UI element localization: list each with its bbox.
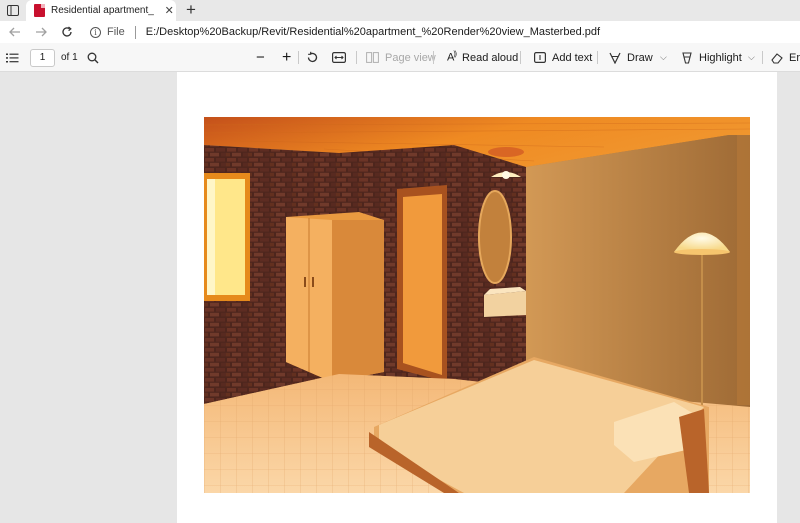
highlight-button[interactable]: Highlight — [681, 43, 742, 72]
fit-page-button[interactable] — [332, 43, 346, 72]
zoom-in-button[interactable]: + — [282, 43, 291, 72]
highlight-label: Highlight — [699, 51, 742, 64]
page-view-icon — [366, 52, 379, 63]
fit-to-page-icon — [332, 52, 346, 63]
back-arrow-icon — [9, 27, 20, 37]
page-view-label: Page view — [385, 51, 436, 64]
forward-arrow-icon — [36, 27, 47, 37]
address-bar[interactable]: i File E:/Desktop%20Backup/Revit/Residen… — [90, 21, 600, 43]
render-image — [204, 117, 750, 493]
add-text-label: Add text — [552, 51, 593, 64]
new-tab-button[interactable]: + — [182, 0, 200, 20]
scheme-label: File — [107, 26, 125, 38]
highlight-options-dropdown[interactable]: ⌵ — [748, 43, 755, 72]
highlighter-icon — [682, 51, 692, 64]
erase-label: Era — [789, 51, 800, 64]
toolbar-divider — [356, 51, 357, 64]
url-text[interactable]: E:/Desktop%20Backup/Revit/Residential%20… — [146, 26, 600, 38]
tab-actions-glyph — [7, 4, 19, 16]
address-divider — [134, 25, 136, 39]
chevron-down-icon: ⌵ — [748, 52, 755, 62]
pdf-page — [177, 72, 777, 523]
tab-title: Residential apartment_ Render view_Maste… — [51, 5, 156, 16]
chevron-down-icon: ⌵ — [660, 52, 667, 62]
add-text-icon — [534, 52, 546, 63]
forward-button[interactable] — [28, 21, 54, 43]
rotate-button[interactable] — [306, 43, 319, 72]
find-button[interactable] — [87, 43, 99, 72]
pdf-toolbar: 1 of 1 − + Page view A)) Read aloud Add … — [0, 43, 800, 72]
toolbar-divider — [597, 51, 598, 64]
draw-button[interactable]: Draw — [609, 43, 653, 72]
read-aloud-button[interactable]: A)) Read aloud — [447, 43, 518, 72]
pdf-viewer[interactable] — [0, 72, 800, 523]
erase-button[interactable]: Era — [771, 43, 800, 72]
eraser-icon — [771, 52, 783, 64]
bedroom-render-illustration — [204, 117, 750, 493]
close-tab-button[interactable]: ✕ — [162, 4, 176, 17]
rotate-icon — [307, 51, 318, 63]
toolbar-divider — [298, 51, 299, 64]
table-of-contents-icon — [6, 53, 19, 62]
read-aloud-icon: A)) — [447, 51, 457, 64]
zoom-out-button[interactable]: − — [256, 43, 265, 72]
draw-label: Draw — [627, 51, 653, 64]
contents-button[interactable] — [6, 43, 19, 72]
pdf-file-icon — [34, 4, 45, 17]
page-navigation: 1 of 1 — [30, 43, 78, 72]
back-button[interactable] — [2, 21, 28, 43]
refresh-icon — [62, 26, 72, 37]
page-number-input[interactable]: 1 — [30, 48, 55, 67]
add-text-button[interactable]: Add text — [534, 43, 592, 72]
page-view-button[interactable]: Page view — [366, 43, 436, 72]
search-icon — [87, 52, 99, 63]
info-icon[interactable]: i — [90, 26, 101, 38]
read-aloud-label: Read aloud — [462, 51, 519, 64]
draw-pen-icon — [609, 52, 621, 64]
page-total: of 1 — [61, 52, 78, 63]
toolbar-divider — [762, 51, 763, 64]
toolbar-divider — [520, 51, 521, 64]
tab-actions-icon[interactable] — [4, 2, 22, 18]
toolbar-divider — [433, 51, 434, 64]
draw-options-dropdown[interactable]: ⌵ — [660, 43, 667, 72]
tab-strip: Residential apartment_ Render view_Maste… — [0, 0, 800, 21]
refresh-button[interactable] — [54, 21, 80, 43]
navigation-bar: i File E:/Desktop%20Backup/Revit/Residen… — [0, 21, 800, 43]
active-tab[interactable]: Residential apartment_ Render view_Maste… — [26, 0, 176, 21]
